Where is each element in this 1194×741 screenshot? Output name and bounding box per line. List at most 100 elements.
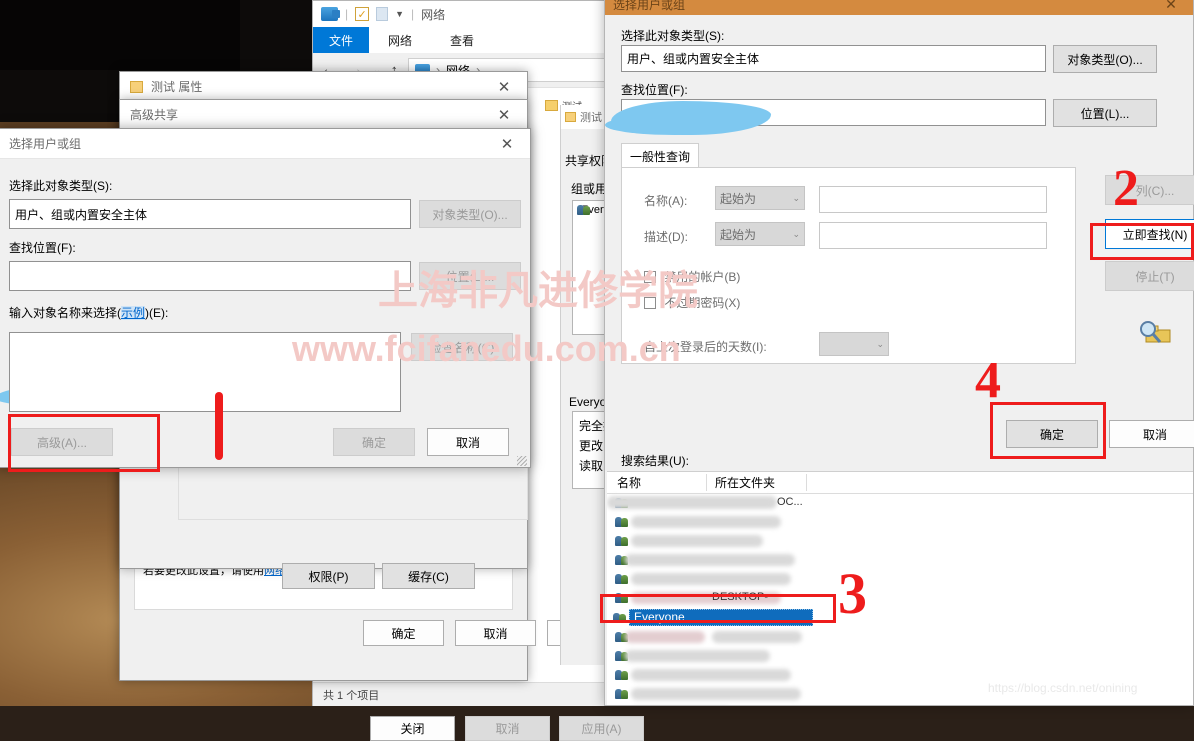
- permission-row[interactable]: 更改: [579, 436, 605, 456]
- object-names-input[interactable]: [9, 332, 401, 412]
- query-tab-general[interactable]: 一般性查询: [621, 143, 699, 168]
- advanced-sharing-titlebar[interactable]: 高级共享 ✕: [120, 100, 527, 130]
- permissions-table[interactable]: 完全控制 更改 读取: [572, 411, 605, 489]
- advanced-select-cancel-button[interactable]: 取消: [1109, 420, 1194, 448]
- close-icon[interactable]: ✕: [481, 72, 527, 102]
- check-names-button: 检查名称(C): [411, 333, 513, 361]
- annotation-box-advanced: [8, 414, 160, 472]
- qat-properties-icon[interactable]: ✓: [355, 7, 370, 21]
- non-expiring-password-checkbox[interactable]: 不过期密码(X): [644, 294, 740, 311]
- stop-button: 停止(T): [1105, 261, 1194, 291]
- group-or-user-label: 组或用户名(G):: [571, 182, 605, 196]
- qat-divider-2: |: [411, 7, 415, 21]
- object-type-label: 选择此对象类型(S):: [621, 29, 725, 43]
- table-row[interactable]: [607, 551, 1193, 570]
- results-column-header[interactable]: 名称: [607, 474, 707, 491]
- select-users-cancel-button[interactable]: 取消: [427, 428, 509, 456]
- desktop-dark-region-2: [0, 0, 240, 70]
- share-permissions-title: 测试: [580, 112, 602, 124]
- annotation-box-ok: [990, 402, 1106, 459]
- qat-chevron-down-icon[interactable]: ▼: [395, 9, 404, 19]
- permission-row[interactable]: 完全控制: [579, 416, 605, 436]
- permissions-for-label: Everyone 的权限(P): [569, 395, 605, 409]
- network-folder-icon: [321, 7, 340, 21]
- advanced-select-title: 选择用户或组: [613, 0, 686, 12]
- non-expiring-password-label: 不过期密码(X): [664, 296, 741, 310]
- table-row[interactable]: [607, 647, 1193, 666]
- tab-network[interactable]: 网络: [369, 27, 431, 53]
- annotation-number-2: 2: [1113, 160, 1139, 217]
- chevron-down-icon: ⌄: [876, 338, 884, 349]
- table-row[interactable]: [607, 513, 1193, 532]
- days-since-logon-select[interactable]: ⌄: [819, 332, 889, 356]
- qat-newfolder-icon[interactable]: [376, 7, 389, 21]
- results-header-row: 名称 所在文件夹: [607, 472, 1193, 494]
- share-permissions-heading: 共享权限: [565, 154, 605, 168]
- redacted-name: [631, 573, 791, 585]
- search-results-list[interactable]: 名称 所在文件夹 OC... DESKTOP- Everyone: [607, 471, 1193, 705]
- permission-row[interactable]: 读取: [579, 456, 605, 476]
- object-type-field[interactable]: 用户、组或内置安全主体: [9, 199, 411, 229]
- days-since-logon-label: 自上次登录后的天数(I):: [644, 340, 767, 354]
- table-row[interactable]: [607, 532, 1193, 551]
- advanced-select-titlebar[interactable]: 选择用户或组 ✕: [605, 0, 1193, 15]
- location-button[interactable]: 位置(L)...: [1053, 99, 1157, 127]
- table-row[interactable]: [607, 628, 1193, 647]
- table-row[interactable]: [607, 704, 1193, 705]
- enter-names-label: 输入对象名称来选择(示例)(E):: [9, 304, 168, 321]
- name-operator-select[interactable]: 起始为 ⌄: [715, 186, 805, 210]
- object-type-label: 选择此对象类型(S):: [9, 179, 113, 193]
- close-button[interactable]: 关闭: [370, 716, 455, 741]
- redacted-name: [631, 535, 763, 547]
- results-column-header[interactable]: 所在文件夹: [707, 474, 807, 491]
- redacted-name: [625, 554, 795, 566]
- name-label: 名称(A):: [644, 194, 688, 208]
- resize-grip[interactable]: [517, 456, 527, 466]
- advanced-sharing-ok-button[interactable]: 确定: [363, 620, 444, 646]
- checkbox-icon: [644, 297, 656, 309]
- advanced-sharing-cancel-button[interactable]: 取消: [455, 620, 536, 646]
- explorer-status-text: 共 1 个项目: [323, 689, 380, 702]
- chevron-down-icon: ⌄: [792, 192, 800, 203]
- annotation-number-4: 4: [975, 352, 1001, 409]
- tab-file[interactable]: 文件: [313, 27, 369, 53]
- redacted-name: [607, 496, 777, 509]
- share-permissions-window[interactable]: 测试 共享权限 组或用户名(G): Everyone Everyone 的权限(…: [560, 105, 605, 665]
- properties-title: 测试 属性: [151, 80, 203, 94]
- name-operator-value: 起始为: [720, 191, 757, 206]
- select-users-ok-button: 确定: [333, 428, 415, 456]
- location-label: 查找位置(F):: [621, 83, 688, 97]
- location-label: 查找位置(F):: [9, 241, 76, 255]
- search-results-label: 搜索结果(U):: [621, 454, 689, 468]
- checkbox-icon: [644, 271, 656, 283]
- table-row[interactable]: [607, 570, 1193, 589]
- query-panel: 名称(A): 起始为 ⌄ 描述(D): 起始为 ⌄ 禁用的帐户(B) 不过期密码…: [621, 167, 1076, 364]
- disabled-accounts-checkbox[interactable]: 禁用的帐户(B): [644, 268, 740, 285]
- redacted-name: [631, 688, 801, 700]
- annotation-number-3: 3: [838, 561, 867, 626]
- properties-titlebar[interactable]: 测试 属性 ✕: [120, 72, 527, 102]
- table-row[interactable]: OC...: [607, 494, 1193, 513]
- redacted-name: [625, 650, 770, 662]
- caching-button[interactable]: 缓存(C): [382, 563, 475, 589]
- description-input[interactable]: [819, 222, 1047, 249]
- name-input[interactable]: [819, 186, 1047, 213]
- close-icon[interactable]: ✕: [1149, 0, 1193, 13]
- object-type-button[interactable]: 对象类型(O)...: [1053, 45, 1157, 73]
- permissions-button[interactable]: 权限(P): [282, 563, 375, 589]
- object-type-field[interactable]: 用户、组或内置安全主体: [621, 45, 1046, 72]
- tab-view[interactable]: 查看: [431, 27, 493, 53]
- group-list[interactable]: Everyone: [572, 200, 605, 335]
- select-users-titlebar[interactable]: 选择用户或组 ✕: [0, 129, 530, 159]
- location-field[interactable]: [9, 261, 411, 291]
- examples-link[interactable]: 示例: [121, 306, 146, 320]
- redacted-name: [631, 669, 791, 681]
- description-operator-select[interactable]: 起始为 ⌄: [715, 222, 805, 246]
- annotation-stroke-1: [215, 392, 223, 460]
- object-type-button: 对象类型(O)...: [419, 200, 521, 228]
- folder-icon: [130, 80, 143, 93]
- close-icon[interactable]: ✕: [481, 100, 527, 130]
- close-icon[interactable]: ✕: [484, 129, 530, 159]
- properties-cancel-button: 取消: [465, 716, 550, 741]
- annotation-box-find-now: [1090, 223, 1194, 260]
